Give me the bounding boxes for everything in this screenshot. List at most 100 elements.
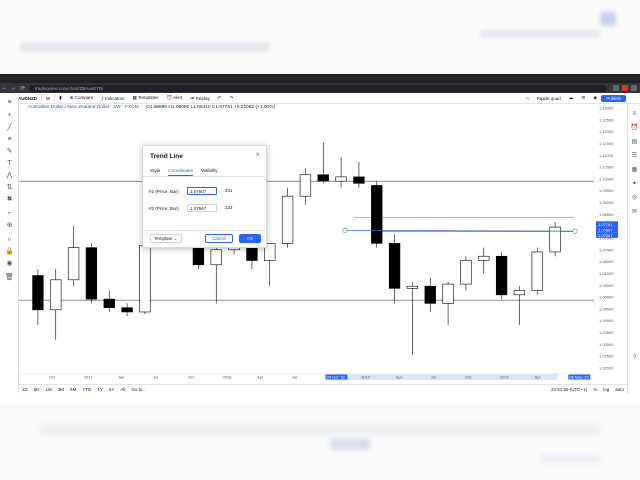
close-icon[interactable]: × xyxy=(255,151,260,159)
bearish-candle xyxy=(495,255,508,296)
price-chart[interactable]: 1.13000 1.12500 1.12000 1.11500 1.11000 1.105… xyxy=(19,104,627,384)
log-toggle[interactable]: log xyxy=(600,387,612,392)
point2-price-input[interactable]: 1.07567 xyxy=(187,204,217,212)
icons-icon[interactable]: ✖ xyxy=(5,195,14,204)
y-tick-label: 1.09000 xyxy=(599,200,614,205)
ruler-icon[interactable]: ⌐ xyxy=(5,209,14,218)
chats-icon[interactable]: ✉ xyxy=(630,208,639,217)
redo-icon[interactable]: ↷ xyxy=(225,95,237,101)
template-dropdown[interactable]: Template ⌄ xyxy=(150,234,182,243)
watchlist-icon[interactable]: ≡ xyxy=(630,110,639,119)
publish-button[interactable]: Publish xyxy=(601,94,626,102)
price-label: 1.07607 xyxy=(598,227,613,232)
pattern-icon[interactable]: ⋀ xyxy=(5,171,14,180)
lock-icon[interactable]: 🔒 xyxy=(5,247,14,256)
auto-toggle[interactable]: auto xyxy=(612,387,627,392)
tab-style[interactable]: Style xyxy=(150,168,160,176)
x-tick-label: Apr xyxy=(257,375,264,380)
bullish-candle xyxy=(531,251,543,291)
x-tick-label: Jul xyxy=(292,375,297,380)
alert-button[interactable]: ⏰ Alert xyxy=(163,95,187,101)
alerts-icon[interactable]: ⏰ xyxy=(630,124,639,133)
range-ytd[interactable]: YTD xyxy=(79,387,94,392)
text-icon[interactable]: T xyxy=(5,159,14,168)
back-icon[interactable]: ← xyxy=(0,85,9,91)
extension-icon-red[interactable] xyxy=(622,85,628,91)
point1-price-input[interactable]: 1.07607 xyxy=(187,187,217,195)
bullish-candle xyxy=(67,247,80,281)
compare-button[interactable]: ⊕ Compare xyxy=(66,95,98,101)
trend-line-icon[interactable]: ╱ xyxy=(5,123,14,132)
templates-button[interactable]: ▦ Templates xyxy=(129,95,163,101)
range-3m[interactable]: 3M xyxy=(55,387,67,392)
y-tick-label: 1.09500 xyxy=(599,188,614,193)
range-1d[interactable]: 1D xyxy=(19,387,31,392)
browser-window: ← → ⟳ tradingview.com/chart/ZBAoxE7D/ AU… xyxy=(0,74,640,404)
zoom-icon[interactable]: ⊕ xyxy=(5,221,14,230)
hide-icon[interactable]: ◉ xyxy=(5,259,14,268)
range-1y[interactable]: 1Y xyxy=(94,387,106,392)
point2-row: #2 (Price, Bar) 1.07567 222 xyxy=(149,204,259,212)
help-icon[interactable]: ? xyxy=(630,354,639,363)
bullish-candle xyxy=(281,195,294,244)
reload-icon[interactable]: ⟳ xyxy=(18,85,27,92)
save-icon[interactable]: ☁ xyxy=(565,95,578,101)
y-tick-label: 1.05000 xyxy=(599,295,614,300)
x-tick-label: Jul xyxy=(153,375,158,380)
range-all[interactable]: All xyxy=(117,387,128,392)
divider xyxy=(143,176,266,177)
percent-toggle[interactable]: % xyxy=(590,387,600,392)
replay-button[interactable]: ⏮ Replay xyxy=(186,96,213,101)
x-tick-label: 2020 xyxy=(500,375,510,380)
y-tick-label: 1.12500 xyxy=(599,117,614,122)
bar-style-icon[interactable]: ▮ xyxy=(55,95,65,101)
fullscreen-icon[interactable]: □ xyxy=(522,96,533,101)
undo-icon[interactable]: ↶ xyxy=(214,95,226,101)
streams-icon[interactable]: ◎ xyxy=(630,194,639,203)
range-5y[interactable]: 5Y xyxy=(106,387,118,392)
cancel-button[interactable]: Cancel xyxy=(205,234,233,243)
y-tick-label: 1.04500 xyxy=(599,306,614,311)
magnet-icon[interactable]: ∩ xyxy=(5,235,14,244)
settings-icon[interactable]: ⚙ xyxy=(577,95,589,101)
snapshot-icon[interactable]: ◉ xyxy=(589,95,601,101)
extension-icon[interactable] xyxy=(613,85,619,91)
x-tick-label: Apr xyxy=(118,375,125,380)
x-tick-label: 2019 xyxy=(361,375,371,380)
clock[interactable]: 22:51:59 (UTC+1) xyxy=(548,387,590,392)
hotlist-icon[interactable]: ☰ xyxy=(630,152,639,161)
point2-label: #2 (Price, Bar) xyxy=(149,205,179,211)
range-5d[interactable]: 5D xyxy=(31,387,43,392)
crosshair-icon[interactable]: + xyxy=(5,111,14,120)
y-tick-label: 1.13000 xyxy=(599,106,614,111)
right-sidebar: ≡ ⏰ ▤ ☰ ▦ ✦ ◎ ✉ ? xyxy=(627,104,640,394)
calendar-icon[interactable]: ▦ xyxy=(630,166,639,175)
goto-button[interactable]: Go to... xyxy=(128,387,149,392)
menu-icon[interactable]: ≡ xyxy=(5,98,14,107)
forward-icon[interactable]: → xyxy=(9,85,18,91)
indicators-button[interactable]: ƒ Indicators xyxy=(97,96,128,101)
fib-icon[interactable]: ≡ xyxy=(5,135,14,144)
ideas-icon[interactable]: ✦ xyxy=(630,180,639,189)
range-1m[interactable]: 1M xyxy=(43,387,55,392)
ok-button[interactable]: Ok xyxy=(239,234,261,243)
trash-icon[interactable]: 🗑 xyxy=(5,273,14,282)
tab-coordinates[interactable]: Coordinates xyxy=(168,168,193,176)
drawing-toolbar: ≡ + ╱ ≡ ✎ T ⋀ ⇅ ✖ ⌐ ⊕ ∩ 🔒 ◉ 🗑 xyxy=(0,93,19,393)
point2-bar-input[interactable]: 222 xyxy=(223,204,253,212)
tab-visibility[interactable]: Visibility xyxy=(201,168,218,176)
range-6m[interactable]: 6M xyxy=(67,387,79,392)
x-tick-label: Oct xyxy=(188,375,195,380)
url-field[interactable]: tradingview.com/chart/ZBAoxE7D/ xyxy=(29,84,607,92)
brush-icon[interactable]: ✎ xyxy=(5,147,14,156)
profile-icon[interactable] xyxy=(631,85,637,91)
prediction-icon[interactable]: ⇅ xyxy=(5,183,14,192)
x-tick-label: 2017 xyxy=(84,375,94,380)
layout-name[interactable]: Ripple quad xyxy=(533,96,565,101)
bearish-candle xyxy=(85,247,98,300)
point1-bar-input[interactable]: 201 xyxy=(223,187,253,195)
data-window-icon[interactable]: ▤ xyxy=(630,138,639,147)
price-label: 1.07761 xyxy=(598,222,613,227)
browser-address-bar: ← → ⟳ tradingview.com/chart/ZBAoxE7D/ xyxy=(0,83,640,93)
interval-button[interactable]: W xyxy=(42,96,54,101)
